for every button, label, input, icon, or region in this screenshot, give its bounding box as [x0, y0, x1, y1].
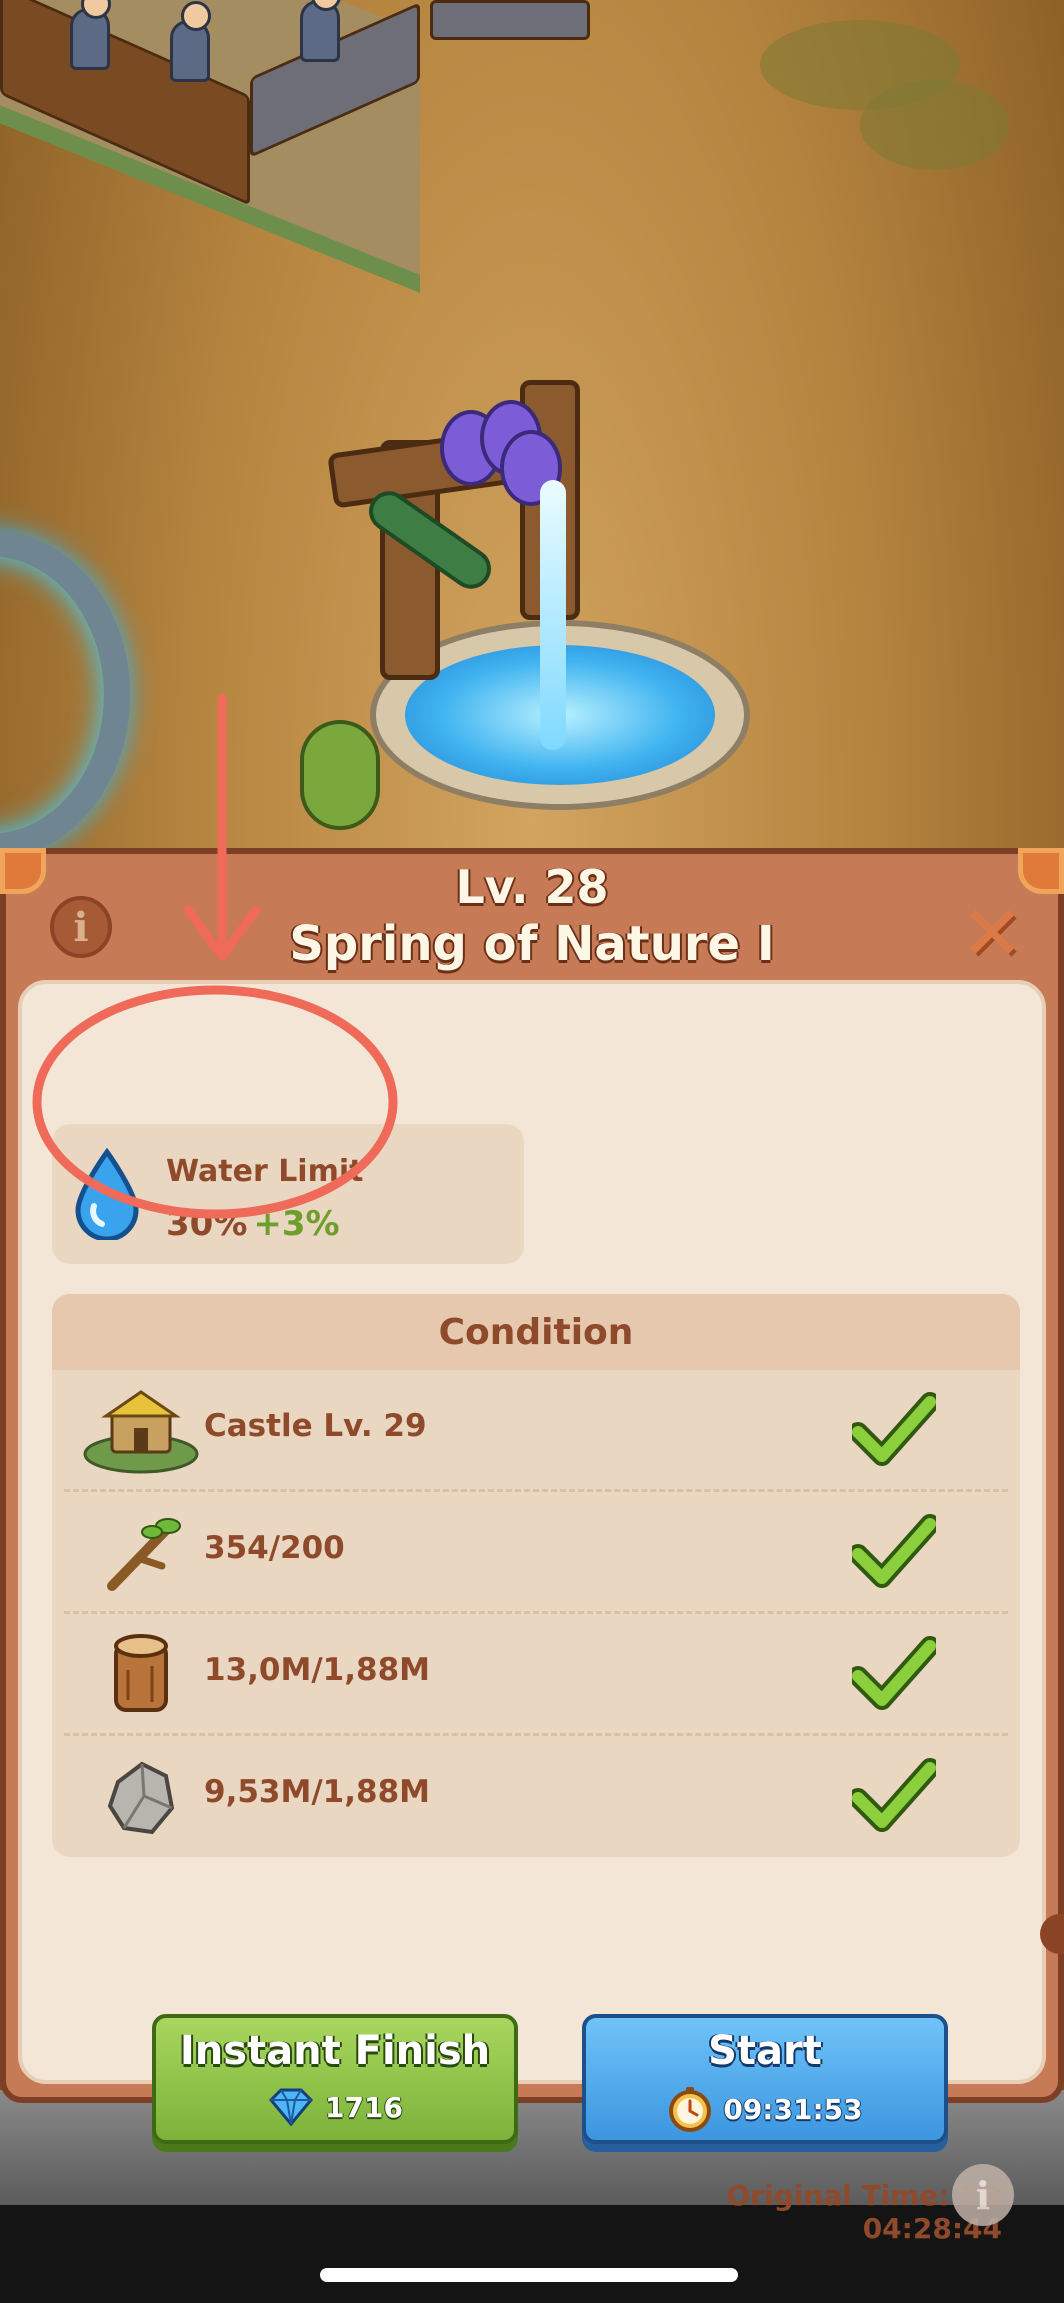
start-label: Start — [708, 2028, 822, 2074]
condition-title: Condition — [52, 1294, 1020, 1370]
stat-card: Water Limit 30% +3% — [52, 1124, 524, 1264]
info-icon[interactable]: i — [952, 2164, 1014, 2226]
cactus — [300, 720, 380, 830]
stone-fence — [430, 0, 590, 40]
castle-icon — [83, 1390, 199, 1474]
check-icon — [852, 1758, 936, 1832]
instant-finish-cost-row: 1716 — [156, 2086, 514, 2128]
condition-row: 354/200 — [64, 1492, 1008, 1614]
water-stream — [540, 480, 566, 750]
info-icon[interactable]: i — [50, 896, 112, 958]
diamond-icon — [269, 2088, 314, 2127]
building-upgrade-panel: Lv. 28 Spring of Nature I i ✕ Water Limi… — [0, 848, 1064, 2245]
instant-finish-button[interactable]: Instant Finish 1716 — [152, 2014, 518, 2144]
condition-text: 354/200 — [204, 1530, 345, 1566]
start-time: 09:31:53 — [723, 2092, 863, 2126]
soldier-unit — [300, 0, 341, 62]
stat-bonus: +3% — [253, 1204, 340, 1244]
home-indicator[interactable] — [320, 2268, 738, 2282]
close-icon[interactable]: ✕ — [956, 891, 1028, 977]
check-icon — [852, 1636, 936, 1710]
branch-icon — [107, 1518, 181, 1591]
portal-gate[interactable] — [0, 530, 130, 860]
condition-text: 9,53M/1,88M — [204, 1774, 430, 1810]
condition-row: 9,53M/1,88M — [64, 1736, 1008, 1858]
condition-text: 13,0M/1,88M — [204, 1652, 430, 1688]
panel-header: Lv. 28 Spring of Nature I — [6, 854, 1058, 979]
instant-finish-label: Instant Finish — [179, 2028, 491, 2074]
panel-body: Water Limit 30% +3% Condition Castle Lv. … — [18, 980, 1046, 2245]
building-level: Lv. 28 — [455, 860, 609, 914]
original-time: Original Time: 1D 04:28:44 — [726, 2179, 1002, 2245]
stone-icon — [107, 1761, 175, 1835]
check-icon — [852, 1392, 936, 1466]
stat-label: Water Limit — [166, 1154, 364, 1189]
water-drop-icon — [75, 1148, 139, 1240]
condition-row: Castle Lv. 29 — [64, 1370, 1008, 1492]
grass-patch — [860, 80, 1010, 170]
condition-box: Condition Castle Lv. 29 354/200 13,0M/1,… — [52, 1294, 1020, 1857]
check-icon — [852, 1514, 936, 1588]
wood-log-icon — [114, 1634, 168, 1712]
stat-value: 30% +3% — [166, 1204, 340, 1244]
instant-finish-cost: 1716 — [325, 2090, 403, 2124]
spring-of-nature-building[interactable] — [290, 360, 810, 860]
start-time-row: 09:31:53 — [586, 2086, 944, 2132]
soldier-unit — [170, 1, 211, 82]
condition-text: Castle Lv. 29 — [204, 1408, 427, 1444]
clock-icon — [669, 2087, 712, 2132]
start-button[interactable]: Start 09:31:53 — [582, 2014, 948, 2144]
building-name: Spring of Nature I — [289, 916, 775, 972]
soldier-unit — [70, 0, 111, 70]
stat-current: 30% — [166, 1204, 248, 1244]
condition-row: 13,0M/1,88M — [64, 1614, 1008, 1736]
